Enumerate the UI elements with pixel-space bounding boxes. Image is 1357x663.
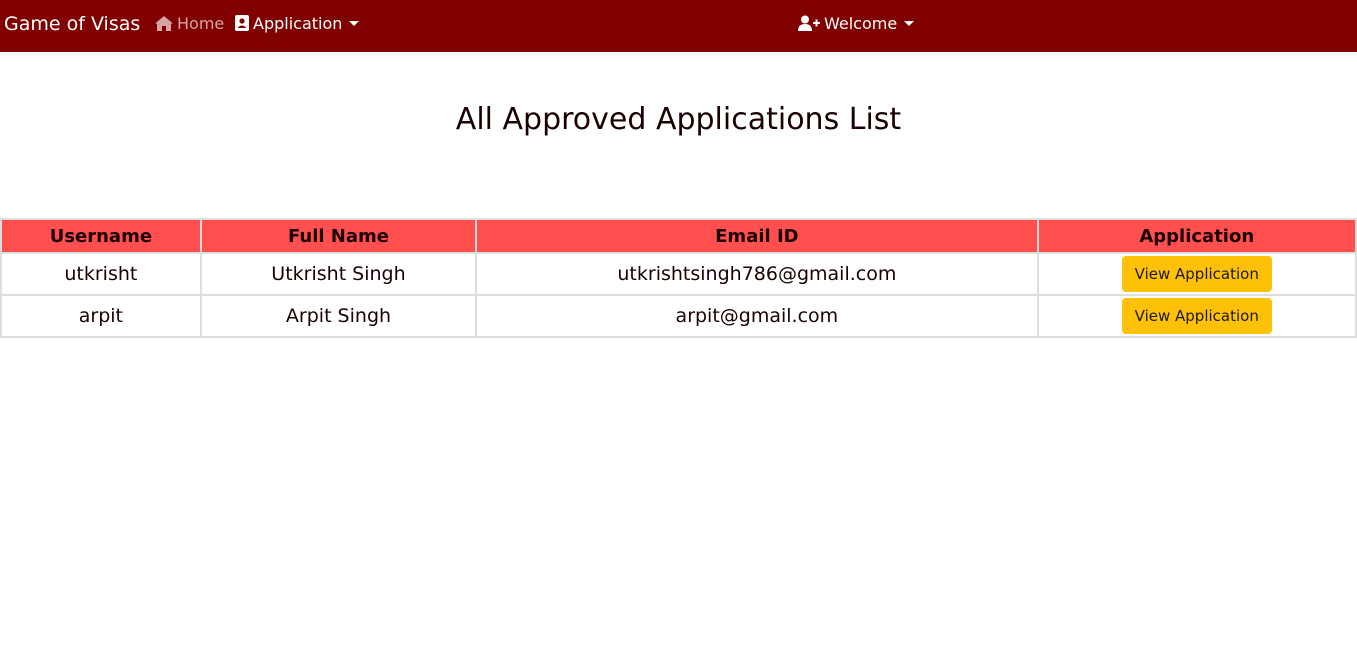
email-cell: arpit@gmail.com: [475, 294, 1039, 338]
full-name-cell: Utkrisht Singh: [199, 252, 478, 296]
table-header-row: Username Full Name Email ID Application: [0, 218, 1357, 254]
address-book-icon: [235, 15, 249, 31]
nav-home-label: Home: [177, 14, 225, 33]
username-cell: arpit: [0, 294, 202, 338]
table-row: utkrisht Utkrisht Singh utkrishtsingh786…: [0, 252, 1357, 296]
column-header-application: Application: [1036, 218, 1357, 254]
navbar: Game of Visas Home Application Welcome: [0, 0, 1357, 52]
full-name-cell: Arpit Singh: [199, 294, 478, 338]
username-cell: utkrisht: [0, 252, 202, 296]
applications-table: Username Full Name Email ID Application …: [0, 218, 1357, 338]
chevron-down-icon: [349, 21, 360, 26]
nav-home-link[interactable]: Home: [155, 14, 224, 34]
column-header-username: Username: [0, 218, 202, 254]
column-header-email: Email ID: [475, 218, 1039, 254]
nav-application-label: Application: [253, 14, 343, 33]
application-cell: View Application: [1036, 294, 1357, 338]
application-cell: View Application: [1036, 252, 1357, 296]
nav-application-dropdown[interactable]: Application: [235, 14, 360, 34]
brand-link[interactable]: Game of Visas: [4, 12, 140, 36]
user-plus-icon: [798, 15, 820, 31]
email-cell: utkrishtsingh786@gmail.com: [475, 252, 1039, 296]
home-icon: [155, 16, 173, 31]
view-application-button[interactable]: View Application: [1121, 298, 1272, 334]
column-header-full-name: Full Name: [199, 218, 478, 254]
table-row: arpit Arpit Singh arpit@gmail.com View A…: [0, 294, 1357, 338]
chevron-down-icon: [904, 21, 915, 26]
nav-welcome-label: Welcome: [824, 14, 898, 33]
view-application-button[interactable]: View Application: [1121, 256, 1272, 292]
page-title: All Approved Applications List: [455, 102, 902, 137]
nav-welcome-dropdown[interactable]: Welcome: [798, 14, 915, 34]
